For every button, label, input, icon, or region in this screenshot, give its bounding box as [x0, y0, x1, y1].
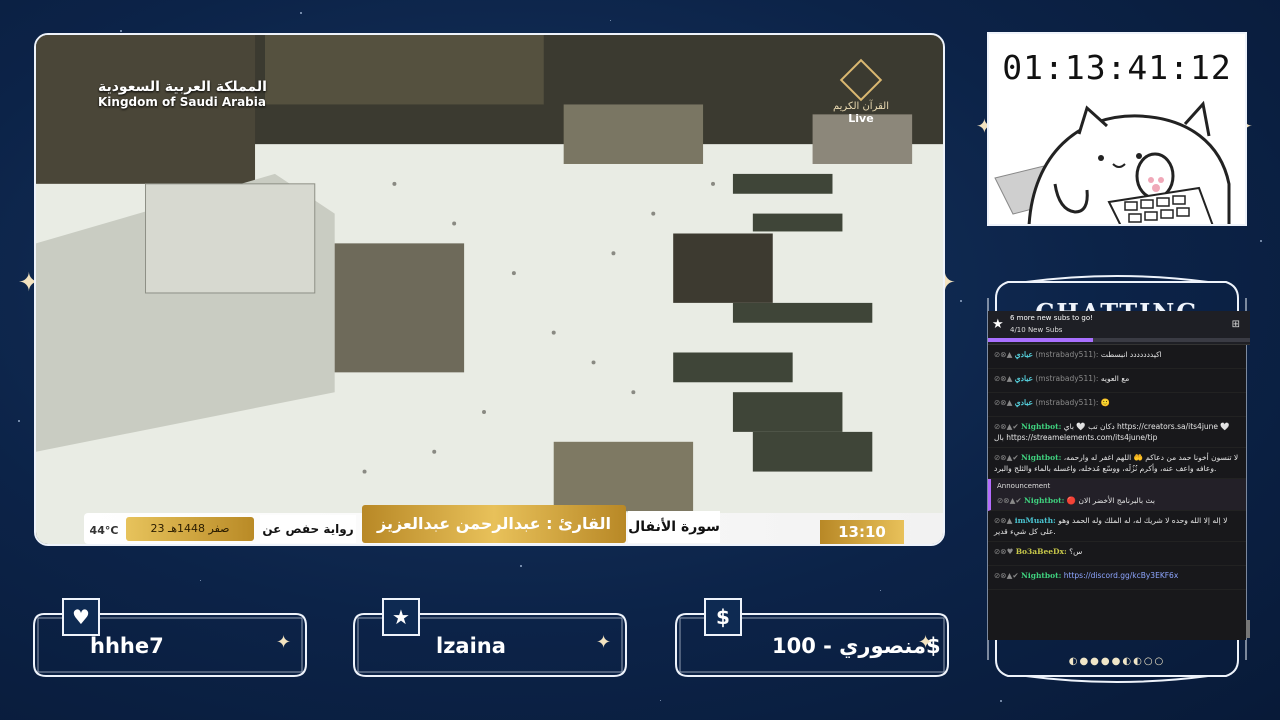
chat-message-text: مع العويه [1100, 374, 1130, 383]
chat-message-text: 🔴 بث بالبرنامج الأخضر الان [1066, 496, 1155, 505]
star-badge-icon: ★ [992, 317, 1004, 332]
reciter-label: القارئ : عبدالرحمن عبدالعزيز السديس [362, 505, 626, 543]
chat-username[interactable]: imMuath: [1015, 516, 1056, 525]
chat-message-text[interactable]: https://discord.gg/kcBy3EKF6x [1064, 571, 1179, 580]
chat-username[interactable]: عبادي [1015, 398, 1033, 407]
video-player[interactable]: المملكة العربية السعودية Kingdom of Saud… [34, 33, 945, 546]
timer-value: 01:13:41:12 [1002, 48, 1232, 87]
live-label: Live [848, 112, 874, 125]
video-scene [36, 35, 943, 544]
latest-subscriber-name: lzaina [436, 634, 506, 658]
chat-message: ⊘⊗♥ Bo3aBeeDx: س؟ [988, 542, 1246, 566]
heart-icon: ♥ [62, 598, 100, 636]
country-watermark: المملكة العربية السعودية Kingdom of Saud… [98, 79, 267, 109]
broadcast-clock: 13:10 [820, 520, 904, 544]
chat-user-handle: (mstrabady511): [1035, 350, 1099, 359]
chat-message: ⊘⊗▲ عبادي (mstrabady511): اكيددددددد انب… [988, 345, 1246, 369]
dollar-icon: $ [704, 598, 742, 636]
chat-message: ⊘⊗▲✔ Nightbot: https://discord.gg/kcBy3E… [988, 566, 1246, 590]
alert-box-follower: ♥ hhhe7 ✦ [32, 598, 308, 678]
chat-username[interactable]: Nightbot: [1024, 496, 1064, 505]
star-icon: ★ [382, 598, 420, 636]
chat-user-handle: (mstrabady511): [1035, 398, 1099, 407]
hijri-date-chip: 23 صفر 1448هـ [126, 517, 254, 541]
chat-username[interactable]: Bo3aBeeDx: [1016, 547, 1067, 556]
user-badges-icon: ⊘⊗▲ [994, 374, 1013, 383]
latest-follower-name: hhhe7 [90, 634, 164, 658]
user-badges-icon: ⊘⊗▲ [994, 350, 1013, 359]
surah-label: سورة الأنفال [628, 511, 720, 543]
chat-message: ⊘⊗▲ عبادي (mstrabady511): مع العويه [988, 369, 1246, 393]
chat-message-text: اكيددددددد انبسطت [1100, 350, 1162, 359]
user-badges-icon: ⊘⊗▲ [994, 516, 1013, 525]
chat-username[interactable]: Nightbot: [1021, 453, 1061, 462]
chat-scrollbar[interactable] [1246, 620, 1250, 638]
sparkle-decoration: ✦ [918, 632, 934, 653]
chat-username[interactable]: Nightbot: [1021, 422, 1061, 431]
chat-message: ⊘⊗▲✔ Nightbot: دكان تب 🤍 باي https://cre… [988, 417, 1246, 448]
sparkle-decoration: ✦ [276, 632, 292, 653]
chat-message-list[interactable]: ⊘⊗▲ عبادي (mstrabady511): اكيددددددد انب… [988, 345, 1246, 640]
chat-username[interactable]: عبادي [1015, 374, 1033, 383]
user-badges-icon: ⊘⊗▲✔ [994, 453, 1019, 462]
chat-username[interactable]: عبادي [1015, 350, 1033, 359]
sparkle-decoration: ✦ [596, 632, 612, 653]
latest-donation: منصوري - 100$ [772, 634, 941, 658]
bongo-cat-illustration [994, 100, 1231, 224]
alert-box-subscriber: ★ lzaina ✦ [352, 598, 628, 678]
alert-box-donation: $ منصوري - 100$ ✦ [674, 598, 950, 678]
chat-message: ⊘⊗▲ imMuath: لا إله إلا الله وحده لا شري… [988, 511, 1246, 542]
chat-user-handle: (mstrabady511): [1035, 374, 1099, 383]
chat-username[interactable]: Nightbot: [1021, 571, 1061, 580]
temperature-chip: 44°C [88, 522, 120, 540]
channel-logo: القرآن الكريم Live [826, 58, 896, 125]
user-badges-icon: ⊘⊗♥ [994, 547, 1014, 556]
goal-progress-fill [988, 338, 1093, 342]
chat-message: ⊘⊗▲✔ Nightbot: لا تنسون أخونا حمد من دعا… [988, 448, 1246, 479]
user-badges-icon: ⊘⊗▲ [994, 398, 1013, 407]
user-badges-icon: ⊘⊗▲✔ [994, 571, 1019, 580]
user-badges-icon: ⊘⊗▲✔ [997, 496, 1022, 505]
subathon-timer-panel: 01:13:41:12 [987, 32, 1247, 226]
channel-emblem-icon [839, 58, 883, 102]
sub-goal-bar: ★ 6 more new subs to go! 4/10 New Subs ⊞ [988, 311, 1250, 345]
country-name-arabic: المملكة العربية السعودية [98, 79, 267, 95]
narration-label: رواية حفص عن عاصم [260, 515, 356, 543]
chat-message: ⊘⊗▲ عبادي (mstrabady511): 🙂 [988, 393, 1246, 417]
announcement-header: Announcement [997, 482, 1051, 490]
goal-title: 6 more new subs to go! [1010, 314, 1093, 322]
chat-message-text: 🙂 [1100, 398, 1111, 407]
chat-message-text: س؟ [1069, 547, 1083, 556]
country-name-english: Kingdom of Saudi Arabia [98, 95, 266, 109]
channel-name: القرآن الكريم [832, 101, 889, 112]
goal-progress-track [988, 338, 1250, 342]
chat-announcement: Announcement ⊘⊗▲✔ Nightbot: 🔴 بث بالبرنام… [988, 479, 1246, 511]
goal-subtitle: 4/10 New Subs [1010, 326, 1063, 334]
chat-decoration-dots: ◐●●●●◐◐○○ [1068, 656, 1166, 667]
gift-icon[interactable]: ⊞ [1232, 319, 1240, 330]
user-badges-icon: ⊘⊗▲✔ [994, 422, 1019, 431]
